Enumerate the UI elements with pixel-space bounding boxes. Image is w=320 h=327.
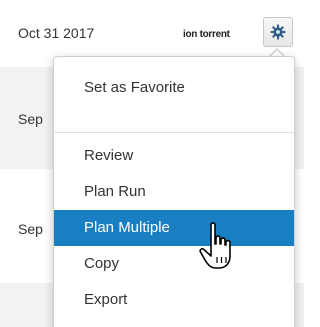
row-date: Oct 31 2017: [18, 25, 95, 41]
brand-label: ion torrent: [183, 29, 230, 40]
row-date: Sep: [18, 221, 43, 237]
menu-item-plan-multiple[interactable]: Plan Multiple: [54, 210, 294, 246]
menu-item-review[interactable]: Review: [54, 138, 294, 174]
menu-item-copy[interactable]: Copy: [54, 246, 294, 282]
gear-icon: [270, 24, 286, 40]
row-date: Sep: [18, 111, 43, 127]
settings-gear-button[interactable]: [263, 17, 293, 47]
actions-dropdown-menu: Set as Favorite Review Plan Run Plan Mul…: [53, 56, 295, 327]
hand-pointer-icon: [199, 222, 231, 269]
menu-divider: [54, 132, 294, 133]
menu-item-export[interactable]: Export: [54, 282, 294, 318]
menu-item-plan-run[interactable]: Plan Run: [54, 174, 294, 210]
menu-item-set-as-favorite[interactable]: Set as Favorite: [54, 70, 294, 106]
page: Oct 31 2017 ion torrent Sep Sep Set as F…: [0, 0, 304, 327]
